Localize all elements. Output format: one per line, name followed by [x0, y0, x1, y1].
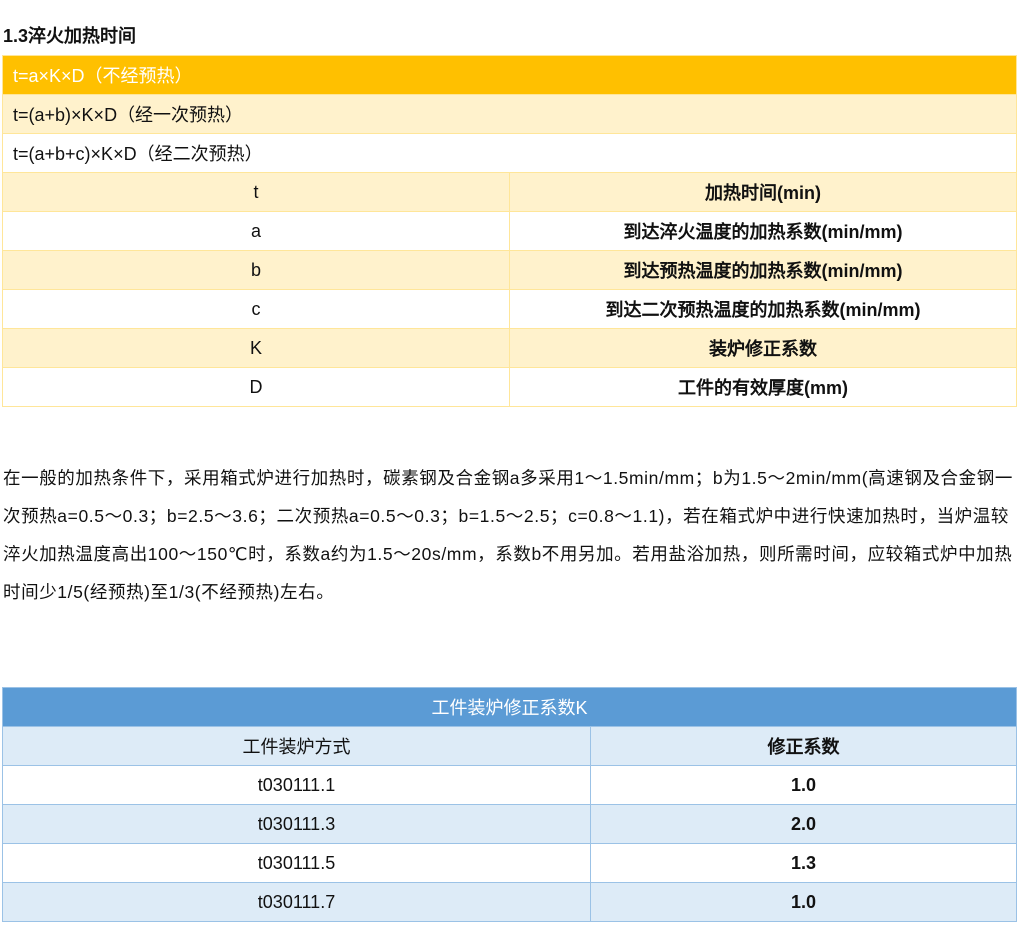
table-row: t030111.51.3 — [3, 844, 1017, 883]
section-title: 1.3淬火加热时间 — [3, 22, 136, 48]
factor: 2.0 — [591, 805, 1017, 844]
explanation-paragraph: 在一般的加热条件下，采用箱式炉进行加热时，碳素钢及合金钢a多采用1～1.5min… — [3, 459, 1018, 611]
table-title: 工件装炉修正系数K — [3, 688, 1017, 727]
symbol: c — [3, 290, 510, 329]
method: t030111.5 — [3, 844, 591, 883]
symbol: b — [3, 251, 510, 290]
formula-no-preheat: t=a×K×D（不经预热） — [3, 56, 1017, 95]
description: 到达淬火温度的加热系数(min/mm) — [510, 212, 1017, 251]
method: t030111.7 — [3, 883, 591, 922]
formula-two-preheat: t=(a+b+c)×K×D（经二次预热） — [3, 134, 1017, 173]
table-row: t030111.32.0 — [3, 805, 1017, 844]
factor: 1.0 — [591, 883, 1017, 922]
symbol: D — [3, 368, 510, 407]
table-row: t030111.71.0 — [3, 883, 1017, 922]
symbol: t — [3, 173, 510, 212]
table-row: K装炉修正系数 — [3, 329, 1017, 368]
description: 到达预热温度的加热系数(min/mm) — [510, 251, 1017, 290]
table-row: c到达二次预热温度的加热系数(min/mm) — [3, 290, 1017, 329]
k-factor-table: 工件装炉修正系数K 工件装炉方式修正系数 t030111.11.0 t03011… — [2, 687, 1017, 922]
description: 工件的有效厚度(mm) — [510, 368, 1017, 407]
table-row: b到达预热温度的加热系数(min/mm) — [3, 251, 1017, 290]
description: 到达二次预热温度的加热系数(min/mm) — [510, 290, 1017, 329]
method: t030111.1 — [3, 766, 591, 805]
factor: 1.3 — [591, 844, 1017, 883]
symbol: K — [3, 329, 510, 368]
table-row: t加热时间(min) — [3, 173, 1017, 212]
description: 装炉修正系数 — [510, 329, 1017, 368]
description: 加热时间(min) — [510, 173, 1017, 212]
table-row: D工件的有效厚度(mm) — [3, 368, 1017, 407]
table-row: t030111.11.0 — [3, 766, 1017, 805]
column-header: 工件装炉方式 — [3, 727, 591, 766]
column-header: 修正系数 — [591, 727, 1017, 766]
table-row: a到达淬火温度的加热系数(min/mm) — [3, 212, 1017, 251]
method: t030111.3 — [3, 805, 591, 844]
formula-one-preheat: t=(a+b)×K×D（经一次预热） — [3, 95, 1017, 134]
symbol: a — [3, 212, 510, 251]
heating-time-table: t=a×K×D（不经预热） t=(a+b)×K×D（经一次预热） t=(a+b+… — [2, 55, 1017, 407]
factor: 1.0 — [591, 766, 1017, 805]
